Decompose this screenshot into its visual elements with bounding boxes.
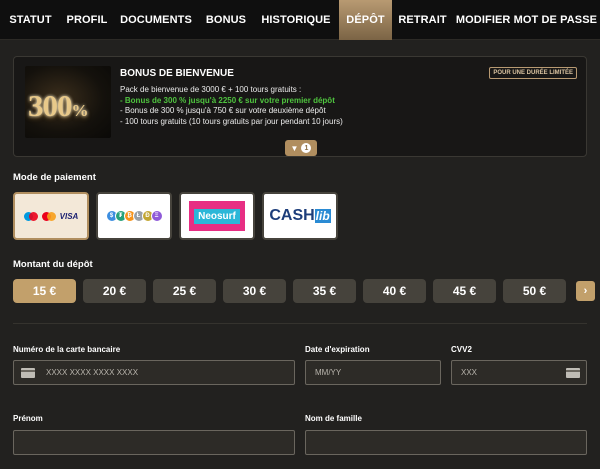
- bonus-line: - Bonus de 300 % jusqu'à 750 € sur votre…: [120, 106, 326, 115]
- tab-statut[interactable]: STATUT: [0, 0, 61, 40]
- crypto-logos: $ ₮ ₿ Ł Ð Ξ: [105, 210, 163, 222]
- amount-35[interactable]: 35 €: [293, 279, 356, 303]
- chevron-right-icon: ›: [583, 285, 588, 297]
- card-logos: VISA: [23, 211, 79, 221]
- chevron-down-icon: ▼: [290, 143, 299, 153]
- amount-25[interactable]: 25 €: [153, 279, 216, 303]
- amount-45[interactable]: 45 €: [433, 279, 496, 303]
- cvv-label: CVV2: [451, 345, 472, 354]
- bonus-count-badge: 1: [301, 143, 312, 153]
- payment-method-crypto[interactable]: $ ₮ ₿ Ł Ð Ξ: [96, 192, 172, 240]
- payment-method-cards[interactable]: VISA: [13, 192, 89, 240]
- expiry-label: Date d'expiration: [305, 345, 370, 354]
- welcome-bonus-card: 300% BONUS DE BIENVENUE POUR UNE DURÉE L…: [13, 56, 587, 157]
- bonus-line: Pack de bienvenue de 3000 € + 100 tours …: [120, 85, 302, 94]
- bonus-expand-button[interactable]: ▼ 1: [285, 140, 317, 156]
- neosurf-logo: Neosurf: [189, 201, 245, 231]
- maestro-icon: [23, 211, 38, 221]
- bonus-title: BONUS DE BIENVENUE: [120, 68, 234, 79]
- last-name-input[interactable]: [305, 430, 587, 455]
- neosurf-text: Neosurf: [194, 208, 240, 224]
- amount-30[interactable]: 30 €: [223, 279, 286, 303]
- ethereum-icon: Ξ: [150, 210, 163, 222]
- amount-15[interactable]: 15 €: [13, 279, 76, 303]
- last-name-label: Nom de famille: [305, 414, 362, 423]
- expiry-input[interactable]: [305, 360, 441, 385]
- payment-method-cashlib[interactable]: CASH lib: [262, 192, 338, 240]
- payment-method-label: Mode de paiement: [13, 172, 96, 183]
- card-number-input[interactable]: [13, 360, 295, 385]
- mastercard-icon: [41, 211, 56, 221]
- first-name-label: Prénom: [13, 414, 43, 423]
- credit-card-icon: [21, 368, 35, 378]
- tab-bonus[interactable]: BONUS: [199, 0, 253, 40]
- amount-50[interactable]: 50 €: [503, 279, 566, 303]
- cashlib-text-a: CASH: [269, 207, 315, 224]
- limited-time-badge: POUR UNE DURÉE LIMITÉE: [489, 67, 577, 79]
- bonus-line-highlight: - Bonus de 300 % jusqu'à 2250 € sur votr…: [120, 95, 335, 105]
- tab-documents[interactable]: DOCUMENTS: [113, 0, 199, 40]
- cashlib-text-b: lib: [314, 209, 331, 223]
- cashlib-logo: CASH lib: [269, 207, 331, 225]
- first-name-input[interactable]: [13, 430, 295, 455]
- amount-20[interactable]: 20 €: [83, 279, 146, 303]
- tab-depot[interactable]: DÉPÔT: [339, 0, 392, 40]
- bonus-description: Pack de bienvenue de 3000 € + 100 tours …: [120, 85, 343, 127]
- tab-retrait[interactable]: RETRAIT: [392, 0, 453, 40]
- tab-modifier-mot-de-passe[interactable]: MODIFIER MOT DE PASSE: [453, 0, 600, 40]
- amounts-next-button[interactable]: ›: [576, 281, 595, 301]
- tab-profil[interactable]: PROFIL: [61, 0, 113, 40]
- card-back-icon: [566, 368, 580, 378]
- payment-method-neosurf[interactable]: Neosurf: [179, 192, 255, 240]
- bonus-image-text: 300%: [28, 88, 89, 123]
- bonus-image: 300%: [25, 66, 111, 138]
- deposit-amount-label: Montant du dépôt: [13, 259, 93, 270]
- bonus-line: - 100 tours gratuits (10 tours gratuits …: [120, 116, 343, 126]
- amount-40[interactable]: 40 €: [363, 279, 426, 303]
- card-number-label: Numéro de la carte bancaire: [13, 345, 121, 354]
- account-tabs: STATUT PROFIL DOCUMENTS BONUS HISTORIQUE…: [0, 0, 600, 40]
- tab-historique[interactable]: HISTORIQUE: [253, 0, 339, 40]
- section-divider: [13, 323, 587, 324]
- visa-icon: VISA: [59, 211, 79, 221]
